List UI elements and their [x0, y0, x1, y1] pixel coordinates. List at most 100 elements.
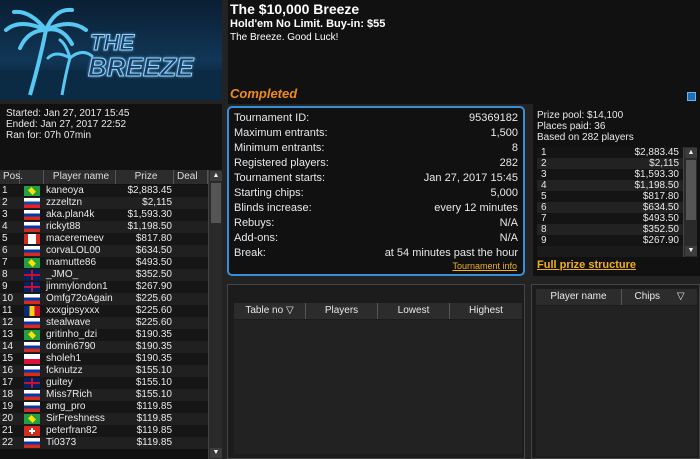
player-flag — [20, 281, 44, 293]
table-row[interactable]: 4 rickyt88 $1,198.50 — [0, 221, 208, 233]
col-table-no[interactable]: Table no ▽ — [234, 303, 306, 319]
col-deal[interactable]: Deal — [174, 170, 208, 184]
player-prize: $155.10 — [135, 389, 172, 400]
prize-row: 7 $493.50 — [537, 213, 683, 224]
player-prize: $190.35 — [135, 329, 172, 340]
player-flag — [20, 413, 44, 425]
prize-row: 4 $1,198.50 — [537, 180, 683, 191]
tables-body — [234, 320, 522, 454]
tournament-lobby: THE BREEZE The $10,000 Breeze Hold'em No… — [0, 0, 700, 459]
prize-place: 3 — [541, 169, 547, 180]
table-row[interactable]: 13 gritinho_dzi $190.35 — [0, 329, 208, 341]
prize-amount: $2,115 — [649, 158, 679, 169]
player-flag — [20, 317, 44, 329]
prize-place: 6 — [541, 202, 547, 213]
player-prize: $1,593.30 — [127, 209, 173, 220]
table-row[interactable]: 10 Omfg72oAgain $225.60 — [0, 293, 208, 305]
player-name: peterfran82 — [46, 425, 98, 436]
flag-ro-icon — [24, 306, 40, 316]
table-row[interactable]: 17 guitey $155.10 — [0, 377, 208, 389]
scroll-up-icon[interactable]: ▲ — [685, 148, 697, 158]
full-prize-structure-link[interactable]: Full prize structure — [537, 259, 636, 271]
tournament-info-link[interactable]: Tournament info — [452, 261, 517, 271]
based-on: Based on 282 players — [537, 132, 634, 143]
player-pos: 21 — [2, 425, 14, 436]
info-row: Maximum entrants: 1,500 — [234, 126, 518, 141]
flag-gb-icon — [24, 378, 40, 388]
col-players[interactable]: Players — [306, 303, 378, 319]
scroll-down-icon[interactable]: ▼ — [210, 448, 222, 458]
player-prize: $817.80 — [135, 233, 172, 244]
player-name: _JMO_ — [46, 269, 79, 280]
flag-ca-icon — [24, 234, 40, 244]
col-pos[interactable]: Pos. — [0, 170, 23, 184]
sort-down-icon: ▽ — [676, 291, 685, 302]
flag-br-icon — [24, 258, 40, 268]
players-scrollbar[interactable]: ▲ ▼ — [208, 170, 222, 459]
player-pos: 5 — [2, 233, 8, 244]
prize-row: 1 $2,883.45 — [537, 147, 683, 158]
player-name: SirFreshness — [46, 413, 105, 424]
table-row[interactable]: 12 stealwave $225.60 — [0, 317, 208, 329]
player-name: stealwave — [46, 317, 91, 328]
player-pos: 6 — [2, 245, 8, 256]
stats-chart-icon[interactable] — [687, 92, 696, 101]
col-player-name[interactable]: Player name — [44, 170, 116, 184]
col-prize[interactable]: Prize — [116, 170, 174, 184]
prize-row: 3 $1,593.30 — [537, 169, 683, 180]
player-deal — [174, 269, 208, 281]
scroll-up-icon[interactable]: ▲ — [210, 171, 222, 181]
table-row[interactable]: 21 peterfran82 $119.85 — [0, 425, 208, 437]
player-deal — [174, 353, 208, 365]
table-row[interactable]: 19 amg_pro $119.85 — [0, 401, 208, 413]
flag-br-icon — [24, 414, 40, 424]
player-name: mamutte86 — [46, 257, 97, 268]
player-flag — [20, 257, 44, 269]
player-name: rickyt88 — [46, 221, 81, 232]
col-lowest[interactable]: Lowest — [378, 303, 450, 319]
player-name: Omfg72oAgain — [46, 293, 113, 304]
table-row[interactable]: 1 kaneoya $2,883.45 — [0, 185, 208, 197]
ran-for: Ran for: 07h 07min — [6, 130, 92, 141]
info-label: Tournament starts: — [234, 172, 326, 184]
player-deal — [174, 401, 208, 413]
prize-place: 5 — [541, 191, 547, 202]
player-name: corvaLOL00 — [46, 245, 101, 256]
flag-gb-icon — [24, 282, 40, 292]
prize-amount: $267.90 — [642, 235, 679, 246]
prize-amount: $352.50 — [642, 224, 679, 235]
col-flag[interactable] — [20, 170, 44, 184]
table-row[interactable]: 6 corvaLOL00 $634.50 — [0, 245, 208, 257]
scroll-thumb[interactable] — [211, 183, 221, 223]
info-label: Add-ons: — [234, 232, 279, 244]
prize-scrollbar[interactable]: ▲ ▼ — [683, 147, 697, 257]
player-pos: 12 — [2, 317, 14, 328]
scroll-down-icon[interactable]: ▼ — [685, 246, 697, 256]
player-pos: 19 — [2, 401, 14, 412]
player-deal — [174, 329, 208, 341]
table-row[interactable]: 8 _JMO_ $352.50 — [0, 269, 208, 281]
player-name: sholeh1 — [46, 353, 82, 364]
player-deal — [174, 221, 208, 233]
player-deal — [174, 341, 208, 353]
col-table-player-name[interactable]: Player name — [536, 289, 622, 305]
table-row[interactable]: 14 domin6790 $190.35 — [0, 341, 208, 353]
table-row[interactable]: 5 maceremeev $817.80 — [0, 233, 208, 245]
scroll-thumb[interactable] — [686, 160, 696, 220]
table-row[interactable]: 11 xxxgipsyxxx $225.60 — [0, 305, 208, 317]
table-row[interactable]: 9 jimmylondon1 $267.90 — [0, 281, 208, 293]
player-pos: 1 — [2, 185, 8, 196]
player-flag — [20, 209, 44, 221]
player-prize: $352.50 — [135, 269, 172, 280]
table-row[interactable]: 20 SirFreshness $119.85 — [0, 413, 208, 425]
table-row[interactable]: 22 Ti0373 $119.85 — [0, 437, 208, 449]
table-row[interactable]: 16 fcknutzz $155.10 — [0, 365, 208, 377]
table-row[interactable]: 2 zzzeltzn $2,115 — [0, 197, 208, 209]
col-highest[interactable]: Highest — [450, 303, 522, 319]
col-chips[interactable]: Chips ▽ — [622, 289, 697, 305]
table-players-header: Player name Chips ▽ — [536, 289, 697, 305]
table-row[interactable]: 18 Miss7Rich $155.10 — [0, 389, 208, 401]
table-row[interactable]: 7 mamutte86 $493.50 — [0, 257, 208, 269]
table-row[interactable]: 15 sholeh1 $190.35 — [0, 353, 208, 365]
table-row[interactable]: 3 aka.plan4k $1,593.30 — [0, 209, 208, 221]
